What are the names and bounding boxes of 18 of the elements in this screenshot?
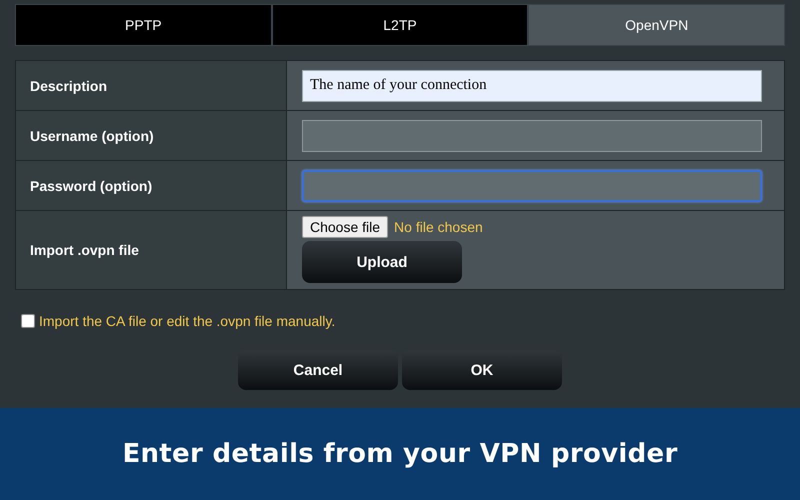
field-label: Username (option) <box>16 111 286 160</box>
caption-text: Enter details from your VPN provider <box>122 439 678 469</box>
file-status: No file chosen <box>394 219 483 235</box>
upload-button[interactable]: Upload <box>302 241 462 283</box>
input-field[interactable] <box>302 120 762 152</box>
input-field[interactable] <box>302 170 762 202</box>
tab[interactable]: PPTP <box>16 5 271 45</box>
field-label: Description <box>16 61 286 110</box>
tab[interactable]: L2TP <box>272 5 528 45</box>
input-field[interactable]: The name of your connection <box>302 70 762 102</box>
dialog-button[interactable]: Cancel <box>238 350 398 390</box>
choose-file-button[interactable]: Choose file <box>302 216 388 238</box>
dialog-button[interactable]: OK <box>402 350 562 390</box>
field-label: Import .ovpn file <box>16 211 286 289</box>
field-label: Password (option) <box>16 161 286 210</box>
checkbox[interactable] <box>21 314 35 328</box>
checkbox-label: Import the CA file or edit the .ovpn file manually. <box>39 313 336 329</box>
tab[interactable]: OpenVPN <box>529 5 784 45</box>
